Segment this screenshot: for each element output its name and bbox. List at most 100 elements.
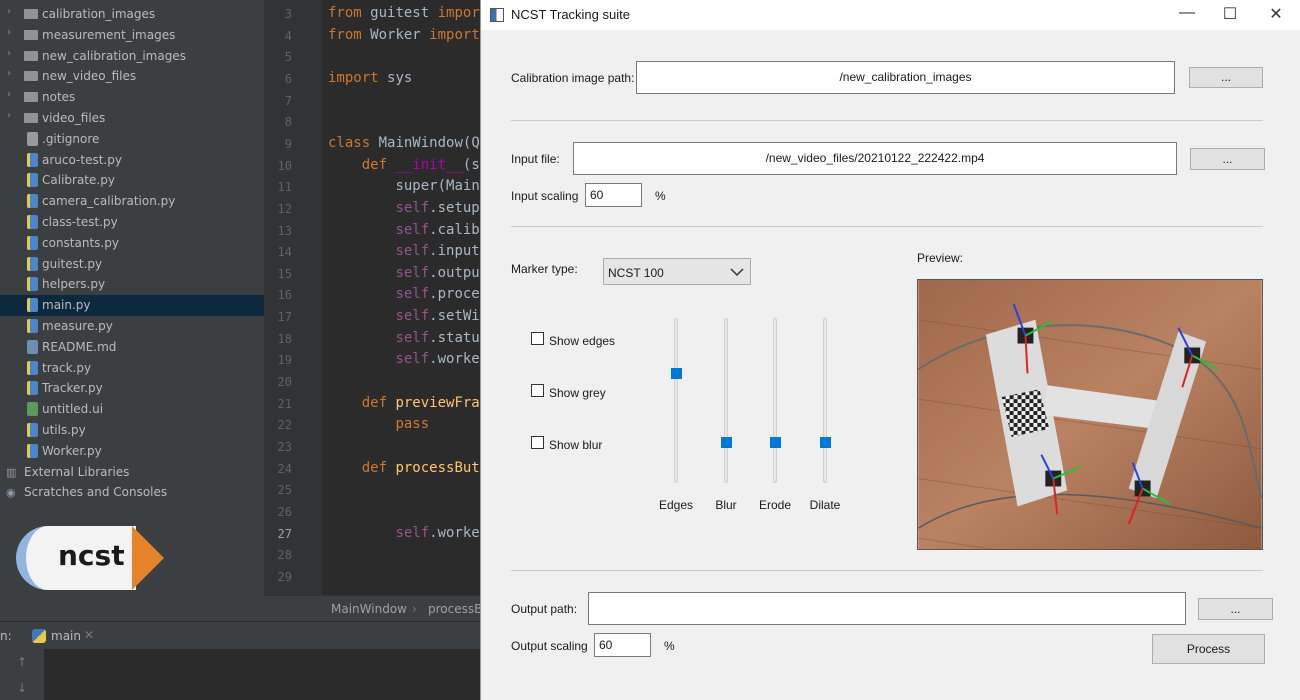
code-line: from Worker import bbox=[328, 26, 480, 43]
tree-item[interactable]: main.py bbox=[0, 295, 264, 316]
folder-icon bbox=[24, 71, 38, 82]
tree-item[interactable]: Worker.py bbox=[0, 441, 264, 462]
tree-item[interactable]: track.py bbox=[0, 358, 264, 379]
line-number: 12 bbox=[277, 201, 292, 216]
output-scaling-unit: % bbox=[664, 639, 675, 653]
slider-track[interactable] bbox=[773, 318, 777, 483]
tree-item[interactable]: camera_calibration.py bbox=[0, 191, 264, 212]
show-blur-checkbox[interactable] bbox=[531, 436, 544, 449]
output-path-field[interactable] bbox=[588, 592, 1186, 625]
tree-item[interactable]: utils.py bbox=[0, 420, 264, 441]
slider-track[interactable] bbox=[724, 318, 728, 483]
tree-item[interactable]: › video_files bbox=[0, 108, 264, 129]
tree-item[interactable]: helpers.py bbox=[0, 274, 264, 295]
chevron-right-icon[interactable]: › bbox=[7, 27, 11, 38]
input-file-field[interactable]: /new_video_files/20210122_222422.mp4 bbox=[573, 142, 1177, 175]
slider-handle[interactable] bbox=[721, 437, 732, 449]
tree-item[interactable]: Calibrate.py bbox=[0, 170, 264, 191]
close-window-icon[interactable]: ✕ bbox=[1256, 4, 1296, 26]
slider-handle[interactable] bbox=[671, 367, 682, 379]
code-line: class MainWindow(Qt bbox=[328, 134, 480, 151]
calibration-browse-button[interactable]: ... bbox=[1189, 67, 1263, 88]
tree-item-label: utils.py bbox=[42, 423, 86, 437]
breadcrumb[interactable]: MainWindow › processBu bbox=[264, 595, 490, 621]
tree-item[interactable]: › measurement_images bbox=[0, 25, 264, 46]
tree-item-label: aruco-test.py bbox=[42, 152, 122, 167]
line-number: 13 bbox=[277, 223, 292, 238]
chevron-right-icon[interactable]: › bbox=[7, 89, 11, 100]
folder-icon bbox=[24, 29, 38, 40]
tree-item[interactable]: Tracker.py bbox=[0, 378, 264, 399]
chevron-down-icon bbox=[730, 268, 744, 277]
slider-track[interactable] bbox=[674, 318, 678, 483]
slider-label: Erode bbox=[758, 498, 792, 512]
show-edges-checkbox[interactable] bbox=[531, 332, 544, 345]
tree-item[interactable]: aruco-test.py bbox=[0, 150, 264, 171]
input-browse-button[interactable]: ... bbox=[1190, 148, 1265, 170]
chevron-right-icon[interactable]: › bbox=[7, 6, 11, 17]
tree-item[interactable]: constants.py bbox=[0, 233, 264, 254]
chevron-right-icon[interactable]: › bbox=[7, 68, 11, 79]
tree-item[interactable]: › new_video_files bbox=[0, 66, 264, 87]
tree-item[interactable]: untitled.ui bbox=[0, 399, 264, 420]
run-output bbox=[44, 649, 480, 700]
tree-item[interactable]: › new_calibration_images bbox=[0, 46, 264, 67]
tree-item[interactable]: class-test.py bbox=[0, 212, 264, 233]
tree-item[interactable]: ▥ External Libraries bbox=[0, 462, 264, 483]
code-line: from guitest import bbox=[328, 5, 480, 21]
arrow-up-icon[interactable]: ↑ bbox=[17, 655, 27, 669]
maximize-icon[interactable]: ☐ bbox=[1210, 4, 1250, 26]
slider-track[interactable] bbox=[823, 318, 827, 483]
tree-item-label: untitled.ui bbox=[42, 402, 104, 417]
tree-item[interactable]: › calibration_images bbox=[0, 4, 264, 25]
arrow-down-icon[interactable]: ↓ bbox=[17, 681, 27, 695]
logo-text: ncst bbox=[58, 539, 125, 572]
breadcrumb-class[interactable]: MainWindow bbox=[331, 602, 407, 616]
window-title: NCST Tracking suite bbox=[511, 7, 630, 22]
python-file-icon bbox=[27, 173, 38, 188]
tree-item-label: notes bbox=[42, 90, 76, 105]
tree-item-label: track.py bbox=[42, 360, 92, 375]
python-file-icon bbox=[27, 423, 38, 437]
output-scaling-field[interactable]: 60 bbox=[594, 633, 651, 657]
marker-type-value: NCST 100 bbox=[608, 266, 664, 280]
preview-image bbox=[917, 279, 1263, 550]
code-editor[interactable]: from guitest import from Worker import imp… bbox=[322, 0, 480, 595]
input-scaling-unit: % bbox=[655, 189, 666, 203]
slider-handle[interactable] bbox=[770, 437, 781, 449]
close-icon[interactable]: ✕ bbox=[84, 628, 94, 642]
input-scaling-field[interactable]: 60 bbox=[585, 183, 642, 207]
marker-type-select[interactable]: NCST 100 bbox=[603, 258, 751, 285]
show-grey-checkbox[interactable] bbox=[531, 384, 544, 397]
tree-item[interactable]: ◉ Scratches and Consoles bbox=[0, 482, 264, 503]
line-number: 23 bbox=[277, 440, 292, 454]
tree-item[interactable]: guitest.py bbox=[0, 254, 264, 275]
python-file-icon bbox=[27, 215, 38, 229]
scratches-icon: ◉ bbox=[6, 486, 16, 500]
tree-item[interactable]: › notes bbox=[0, 87, 264, 108]
chevron-right-icon[interactable]: › bbox=[7, 48, 11, 59]
folder-icon bbox=[24, 50, 38, 61]
tree-item[interactable]: measure.py bbox=[0, 316, 264, 337]
title-bar[interactable]: NCST Tracking suite — ☐ ✕ bbox=[481, 0, 1300, 30]
output-browse-button[interactable]: ... bbox=[1198, 598, 1273, 620]
slider-handle[interactable] bbox=[820, 437, 831, 449]
code-line: def __init__(se bbox=[361, 156, 480, 173]
minimize-icon[interactable]: — bbox=[1167, 4, 1207, 26]
tracking-suite-window: NCST Tracking suite — ☐ ✕ Calibration im… bbox=[480, 0, 1300, 700]
ncst-logo: ncst bbox=[16, 526, 164, 590]
marker-type-label: Marker type: bbox=[511, 262, 578, 276]
chevron-right-icon[interactable]: › bbox=[7, 110, 11, 121]
run-tab-main[interactable]: main bbox=[51, 629, 81, 643]
breadcrumb-separator: › bbox=[412, 602, 417, 616]
process-button[interactable]: Process bbox=[1152, 634, 1265, 664]
run-toolbar: n: main ✕ bbox=[0, 621, 480, 649]
tree-item[interactable]: README.md bbox=[0, 337, 264, 358]
calibration-path-field[interactable]: /new_calibration_images bbox=[636, 61, 1175, 94]
line-number: 18 bbox=[277, 331, 292, 346]
tree-item[interactable]: .gitignore bbox=[0, 129, 264, 150]
line-number: 22 bbox=[277, 418, 292, 433]
separator bbox=[511, 120, 1263, 121]
python-file-icon bbox=[27, 152, 38, 167]
tree-item-label: main.py bbox=[42, 298, 91, 313]
